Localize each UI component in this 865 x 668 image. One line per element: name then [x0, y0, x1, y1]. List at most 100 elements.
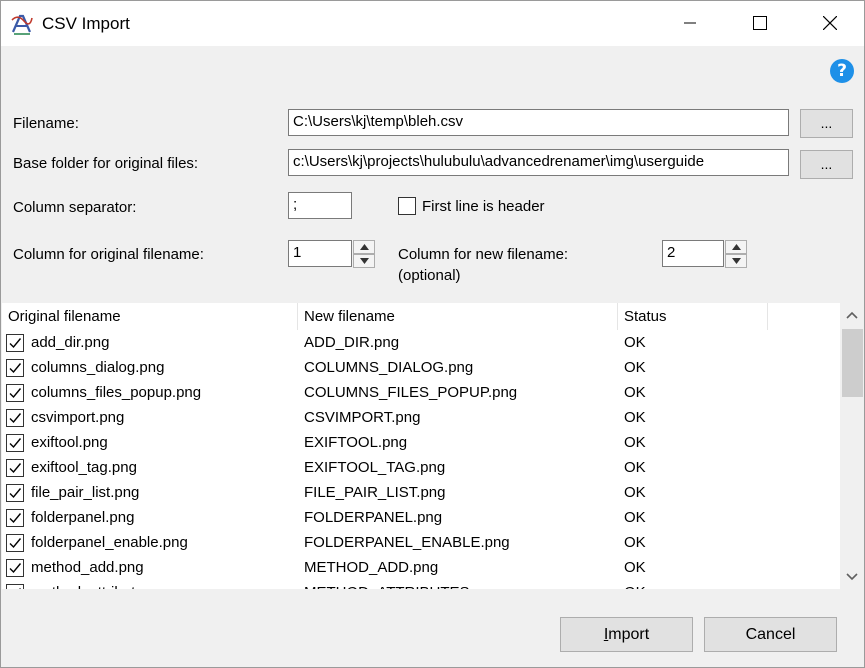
spin-down-button[interactable]: [353, 254, 375, 268]
status-cell: OK: [624, 384, 646, 401]
row-checkbox[interactable]: [6, 434, 24, 452]
close-button[interactable]: [795, 1, 864, 46]
checkmark-icon: [9, 438, 22, 449]
checkmark-icon: [9, 363, 22, 374]
chevron-up-icon: [846, 311, 858, 319]
original-filename-cell: csvimport.png: [31, 409, 125, 426]
status-cell: OK: [624, 409, 646, 426]
checkmark-icon: [9, 388, 22, 399]
cancel-button-label: Cancel: [745, 626, 796, 643]
column-header-status[interactable]: Status: [618, 303, 768, 330]
checkmark-icon: [9, 413, 22, 424]
table-row[interactable]: exiftool.png EXIFTOOL.png OK: [2, 431, 840, 456]
scroll-up-button[interactable]: [840, 303, 864, 327]
row-checkbox[interactable]: [6, 459, 24, 477]
import-button-label: Import: [603, 626, 650, 643]
row-checkbox[interactable]: [6, 534, 24, 552]
checkmark-icon: [9, 538, 22, 549]
row-checkbox[interactable]: [6, 359, 24, 377]
checkmark-icon: [9, 563, 22, 574]
vertical-scrollbar[interactable]: [840, 303, 864, 589]
row-checkbox[interactable]: [6, 559, 24, 577]
table-row[interactable]: columns_dialog.png COLUMNS_DIALOG.png OK: [2, 356, 840, 381]
new-filename-cell: EXIFTOOL_TAG.png: [304, 459, 446, 476]
first-line-header-label[interactable]: First line is header: [422, 198, 545, 215]
browse-filename-button[interactable]: ...: [800, 109, 853, 138]
first-line-header-checkbox[interactable]: [398, 197, 416, 215]
table-row[interactable]: csvimport.png CSVIMPORT.png OK: [2, 406, 840, 431]
original-column-input[interactable]: 1: [288, 240, 352, 267]
scroll-down-button[interactable]: [840, 565, 864, 589]
row-checkbox[interactable]: [6, 384, 24, 402]
help-icon[interactable]: ?: [830, 59, 854, 83]
chevron-down-icon: [732, 258, 741, 264]
list-header: Original filename New filename Status: [2, 303, 840, 330]
table-row[interactable]: exiftool_tag.png EXIFTOOL_TAG.png OK: [2, 456, 840, 481]
original-filename-cell: method_attributes.png: [31, 584, 180, 589]
new-column-label: Column for new filename:: [398, 246, 569, 263]
checkmark-icon: [9, 463, 22, 474]
chevron-down-icon: [360, 258, 369, 264]
original-filename-cell: exiftool_tag.png: [31, 459, 137, 476]
separator-label: Column separator:: [13, 199, 137, 216]
new-column-input[interactable]: 2: [662, 240, 724, 267]
window-title: CSV Import: [42, 14, 130, 33]
list-rows: add_dir.png ADD_DIR.png OK columns_dialog.p…: [2, 331, 840, 589]
new-filename-cell: COLUMNS_DIALOG.png: [304, 359, 474, 376]
status-cell: OK: [624, 334, 646, 351]
separator-input[interactable]: ;: [288, 192, 352, 219]
minimize-button[interactable]: [655, 1, 725, 46]
table-row[interactable]: method_attributes.png METHOD_ATTRIBUTES.p…: [2, 581, 840, 589]
row-checkbox[interactable]: [6, 409, 24, 427]
original-column-spinner[interactable]: [353, 240, 375, 269]
spin-up-button[interactable]: [353, 240, 375, 254]
checkmark-icon: [9, 338, 22, 349]
table-row[interactable]: folderpanel.png FOLDERPANEL.png OK: [2, 506, 840, 531]
checkmark-icon: [19, 588, 22, 589]
new-filename-cell: EXIFTOOL.png: [304, 434, 408, 451]
checkmark-icon: [9, 488, 22, 499]
filename-input[interactable]: C:\Users\kj\temp\bleh.csv: [288, 109, 789, 136]
chevron-up-icon: [732, 244, 741, 250]
column-header-new[interactable]: New filename: [298, 303, 618, 330]
import-button[interactable]: Import: [560, 617, 693, 652]
spin-up-button[interactable]: [725, 240, 747, 254]
file-pair-list[interactable]: Original filename New filename Status ad…: [2, 303, 864, 589]
base-folder-input[interactable]: c:\Users\kj\projects\hulubulu\advancedre…: [288, 149, 789, 176]
row-checkbox[interactable]: [6, 584, 24, 589]
table-row[interactable]: file_pair_list.png FILE_PAIR_LIST.png OK: [2, 481, 840, 506]
table-row[interactable]: folderpanel_enable.png FOLDERPANEL_ENABLE…: [2, 531, 840, 556]
original-filename-cell: method_add.png: [31, 559, 144, 576]
original-filename-cell: columns_dialog.png: [31, 359, 165, 376]
minimize-icon: [684, 22, 696, 24]
column-header-original[interactable]: Original filename: [2, 303, 298, 330]
new-filename-cell: FOLDERPANEL_ENABLE.png: [304, 534, 510, 551]
row-checkbox[interactable]: [6, 484, 24, 502]
cancel-button[interactable]: Cancel: [704, 617, 837, 652]
title-bar[interactable]: CSV Import: [1, 1, 864, 46]
original-filename-cell: exiftool.png: [31, 434, 108, 451]
new-filename-cell: CSVIMPORT.png: [304, 409, 421, 426]
maximize-icon: [753, 16, 767, 30]
scrollbar-thumb[interactable]: [842, 329, 863, 397]
spin-down-button[interactable]: [725, 254, 747, 268]
original-filename-cell: columns_files_popup.png: [31, 384, 202, 401]
original-filename-cell: file_pair_list.png: [31, 484, 140, 501]
status-cell: OK: [624, 484, 646, 501]
new-filename-cell: ADD_DIR.png: [304, 334, 400, 351]
checkmark-icon: [9, 513, 22, 524]
maximize-button[interactable]: [725, 1, 795, 46]
original-filename-cell: add_dir.png: [31, 334, 110, 351]
table-row[interactable]: add_dir.png ADD_DIR.png OK: [2, 331, 840, 356]
table-row[interactable]: columns_files_popup.png COLUMNS_FILES_POP…: [2, 381, 840, 406]
table-row[interactable]: method_add.png METHOD_ADD.png OK: [2, 556, 840, 581]
status-cell: OK: [624, 459, 646, 476]
new-filename-cell: FILE_PAIR_LIST.png: [304, 484, 446, 501]
chevron-down-icon: [846, 573, 858, 581]
row-checkbox[interactable]: [6, 509, 24, 527]
status-cell: OK: [624, 509, 646, 526]
original-column-label: Column for original filename:: [13, 246, 204, 263]
row-checkbox[interactable]: [6, 334, 24, 352]
browse-base-folder-button[interactable]: ...: [800, 150, 853, 179]
new-column-spinner[interactable]: [725, 240, 747, 269]
